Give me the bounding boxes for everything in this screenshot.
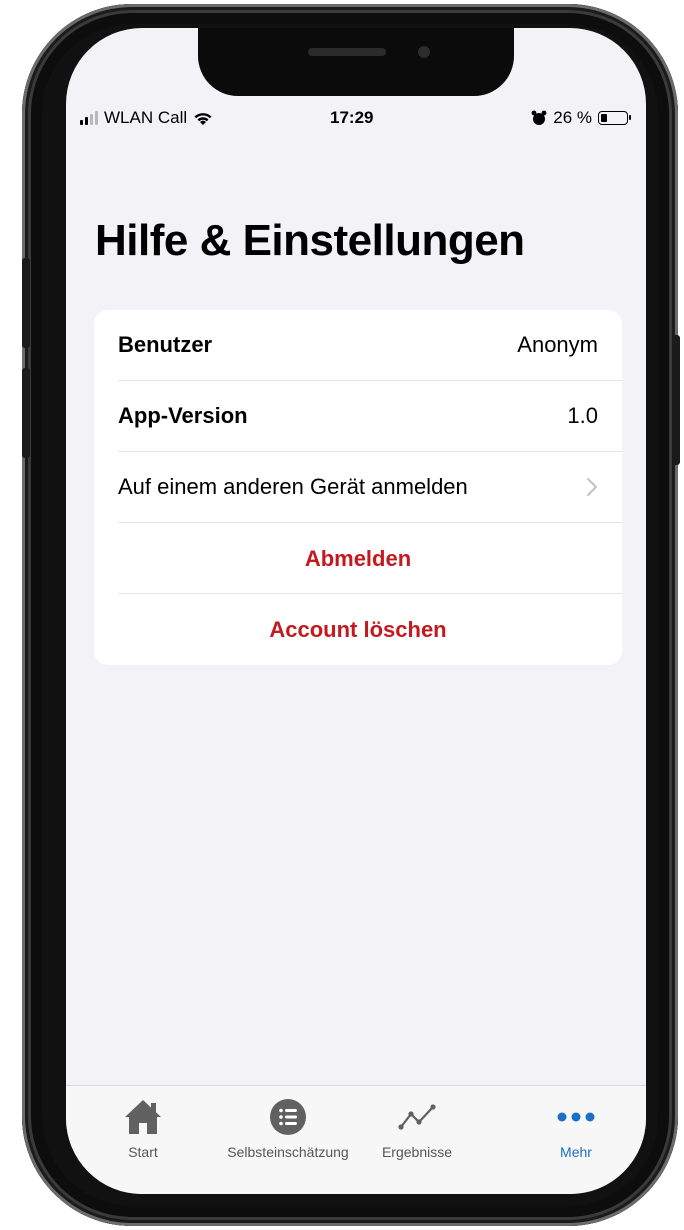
- other-device-label: Auf einem anderen Gerät anmelden: [118, 474, 468, 499]
- status-left: WLAN Call: [80, 108, 213, 128]
- camera: [418, 46, 430, 58]
- side-button: [22, 368, 30, 458]
- tab-label: Start: [128, 1144, 158, 1160]
- list-icon: [270, 1099, 306, 1135]
- tab-label: Mehr: [560, 1144, 592, 1160]
- clock: 17:29: [330, 108, 374, 127]
- speaker: [308, 48, 386, 56]
- version-label: App-Version: [118, 403, 248, 428]
- chevron-right-icon: [586, 477, 598, 497]
- wifi-icon: [194, 112, 212, 125]
- tab-self-assessment[interactable]: Selbsteinschätzung: [218, 1098, 358, 1160]
- carrier-label: WLAN Call: [104, 108, 188, 127]
- other-device-row[interactable]: Auf einem anderen Gerät anmelden: [118, 452, 622, 523]
- version-row: App-Version 1.0: [118, 381, 622, 452]
- logout-label: Abmelden: [304, 545, 412, 571]
- chart-line-icon: [398, 1104, 436, 1130]
- user-value: Anonym: [517, 332, 598, 357]
- tab-label: Selbsteinschätzung: [227, 1144, 349, 1160]
- side-button: [672, 335, 680, 465]
- logout-button[interactable]: Abmelden: [94, 523, 622, 594]
- battery-icon: [598, 111, 631, 125]
- status-bar: WLAN Call 17:29 26 %: [66, 102, 646, 132]
- user-label: Benutzer: [118, 332, 213, 357]
- screen: WLAN Call 17:29 26 % Hilfe & Einstellung…: [66, 28, 646, 1194]
- battery-fill: [601, 114, 607, 122]
- version-value: 1.0: [567, 403, 598, 428]
- side-button: [22, 258, 30, 348]
- signal-icon: [80, 111, 98, 125]
- page-title: Hilfe & Einstellungen: [95, 216, 525, 265]
- tab-start[interactable]: Start: [73, 1098, 213, 1160]
- delete-account-button[interactable]: Account löschen: [94, 594, 622, 665]
- user-row: Benutzer Anonym: [118, 310, 622, 381]
- tab-results[interactable]: Ergebnisse: [347, 1098, 487, 1160]
- notch: [198, 28, 514, 96]
- status-right: 26 %: [531, 108, 631, 128]
- battery-percent: 26 %: [553, 108, 592, 127]
- more-icon: [557, 1112, 595, 1122]
- house-icon: [125, 1100, 161, 1134]
- tab-label: Ergebnisse: [381, 1144, 453, 1160]
- alarm-icon: [531, 110, 547, 125]
- tab-more[interactable]: Mehr: [506, 1098, 646, 1160]
- settings-card: Benutzer Anonym App-Version 1.0 Auf eine…: [94, 310, 622, 665]
- tab-bar: Start Selbsteinschätzung Ergebnisse Mehr: [66, 1085, 646, 1194]
- delete-account-label: Account löschen: [269, 616, 447, 642]
